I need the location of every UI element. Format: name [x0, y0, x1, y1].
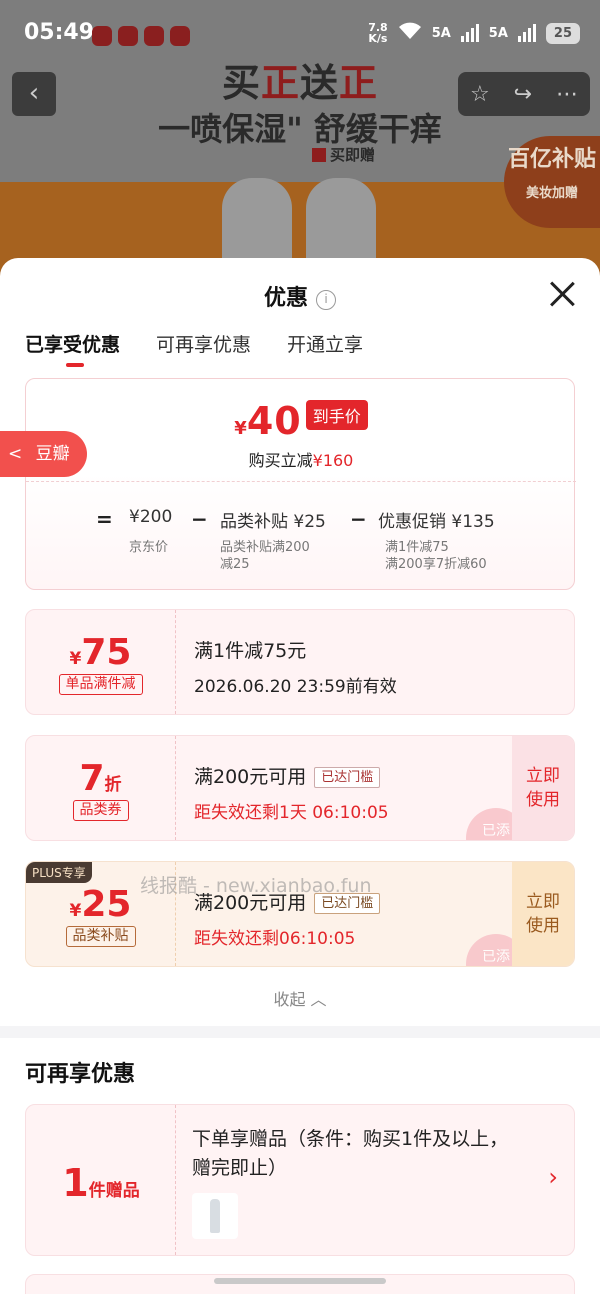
- gift-count: 1件赠品: [62, 1161, 140, 1205]
- gift-promo-label: 买即赠: [312, 144, 375, 165]
- share-icon[interactable]: ↪: [514, 82, 532, 107]
- wifi-icon: [398, 22, 422, 44]
- formula-minus: −: [191, 507, 208, 531]
- signal-label: 5A: [431, 25, 451, 41]
- collapse-button[interactable]: 收起 ︿: [0, 986, 600, 1010]
- app-notification-icon: [170, 26, 190, 46]
- gift-offer-card[interactable]: 1件赠品 下单享赠品（条件：购买1件及以上，赠完即止） ›: [25, 1104, 575, 1256]
- top-actions: ☆ ↪ ⋯: [458, 72, 590, 116]
- product-page-background: 买正送正 一喷保湿" 舒缓干痒 买即赠 百亿补贴 美妆加赠 05:49 7.8 K…: [0, 0, 600, 300]
- base-price: ¥200: [129, 507, 173, 527]
- coupon-expiry: 2026.06.20 23:59前有效: [194, 677, 397, 697]
- threshold-reached-badge: 已达门槛: [314, 767, 381, 788]
- tab-enjoyed[interactable]: 已享受优惠: [25, 330, 120, 367]
- net-speed: 7.8 K/s: [368, 21, 388, 45]
- tab-more-available[interactable]: 可再享优惠: [156, 330, 251, 367]
- coupon-value: 7折 品类券: [26, 736, 176, 840]
- back-button[interactable]: ‹: [12, 72, 56, 116]
- star-icon[interactable]: ☆: [470, 82, 490, 107]
- discount-sheet: 优惠 i 已享受优惠 可再享优惠 开通立享 ¥40 到手价 购买立减¥160 = ¥…: [0, 258, 600, 1294]
- chevron-right-icon: ›: [548, 1163, 558, 1191]
- total-discount: 购买立减¥160: [248, 451, 354, 470]
- chevron-left-icon: ‹: [28, 78, 40, 108]
- use-now-button[interactable]: 立即使用: [512, 862, 574, 966]
- tab-activate[interactable]: 开通立享: [287, 330, 363, 367]
- side-tab-label: 豆瓣: [35, 444, 70, 464]
- signal-label: 5A: [488, 25, 508, 41]
- coupon-card: 7折 品类券 满200元可用 已达门槛 距失效还剩1天 06:10:05 已添 立…: [25, 735, 575, 841]
- coupon-title: 满200元可用 已达门槛: [194, 762, 381, 789]
- signal-icon: [517, 24, 536, 42]
- gift-icon: [312, 148, 326, 162]
- discount-tabs: 已享受优惠 可再享优惠 开通立享: [25, 330, 363, 367]
- coupon-value: ¥75 单品满件减: [26, 610, 176, 714]
- coupon-countdown: 距失效还剩1天 06:10:05: [194, 803, 389, 823]
- notification-icons: [92, 26, 196, 50]
- chevron-left-icon: <: [8, 444, 23, 464]
- base-price-label: 京东价: [129, 540, 169, 555]
- douban-side-tab[interactable]: < 豆瓣: [0, 431, 87, 477]
- formula-eq: =: [96, 507, 113, 531]
- coupon-countdown: 距失效还剩06:10:05: [194, 929, 356, 949]
- signal-icon: [460, 24, 479, 42]
- coupon-title: 满1件减75元: [194, 640, 307, 662]
- section-gap: [0, 1026, 600, 1038]
- watermark-text: 线报酷 - new.xianbao.fun: [140, 875, 372, 897]
- subsidy-badge: 百亿补贴 美妆加赠: [504, 136, 600, 228]
- battery-icon: 25: [545, 22, 580, 44]
- category-subsidy: 品类补贴 ¥25: [220, 512, 326, 532]
- final-price: ¥40 到手价: [26, 399, 576, 443]
- promotion-discount-note: 满1件减75 满200享7折减60: [385, 540, 487, 572]
- gift-condition: 下单享赠品（条件：购买1件及以上，赠完即止）: [192, 1128, 509, 1179]
- formula-minus: −: [350, 507, 367, 531]
- more-icon[interactable]: ⋯: [556, 82, 578, 107]
- status-right: 7.8 K/s 5A 5A 25: [368, 22, 580, 44]
- section-title: 可再享优惠: [25, 1062, 136, 1087]
- gift-product-thumbnail: [192, 1193, 238, 1239]
- use-now-button[interactable]: 立即使用: [512, 736, 574, 840]
- category-subsidy-note: 品类补贴满200 减25: [220, 540, 310, 572]
- app-notification-icon: [144, 26, 164, 46]
- divider: [26, 481, 576, 482]
- app-notification-icon: [92, 26, 112, 46]
- coupon-type-label: 单品满件减: [58, 674, 143, 695]
- info-icon[interactable]: i: [316, 290, 336, 310]
- sheet-title: 优惠 i: [0, 280, 600, 312]
- coupon-type-label: 品类券: [72, 800, 129, 821]
- price-summary-card: ¥40 到手价 购买立减¥160 = ¥200 京东价 − 品类补贴 ¥25 品类…: [25, 378, 576, 590]
- next-offer-card[interactable]: [25, 1274, 575, 1294]
- coupon-type-label: 品类补贴: [65, 926, 136, 947]
- status-bar: 05:49 7.8 K/s 5A 5A 25: [0, 0, 600, 70]
- coupon-card[interactable]: ¥75 单品满件减 满1件减75元 2026.06.20 23:59前有效: [25, 609, 575, 715]
- close-icon[interactable]: [548, 280, 576, 308]
- promotion-discount: 优惠促销 ¥135: [378, 512, 495, 532]
- app-notification-icon: [118, 26, 138, 46]
- status-time: 05:49: [24, 20, 95, 45]
- home-indicator[interactable]: [214, 1278, 386, 1284]
- final-price-tag: 到手价: [305, 400, 368, 430]
